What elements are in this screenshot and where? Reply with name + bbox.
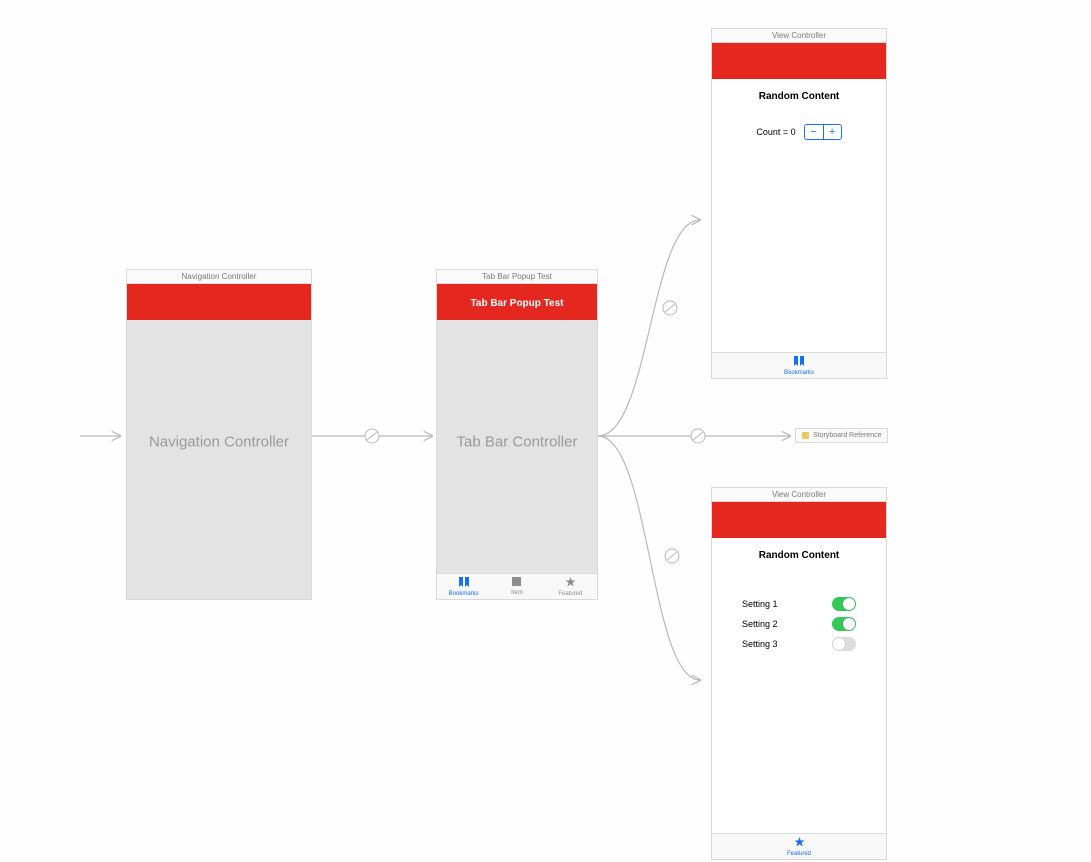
tab-label: Bookmarks xyxy=(449,591,479,597)
nav-bar xyxy=(712,43,886,79)
scene-tab-bar-controller[interactable]: Tab Bar Popup Test Tab Bar Popup Test Ta… xyxy=(436,269,598,600)
tab-item[interactable]: Item xyxy=(490,574,543,599)
scene-navigation-controller[interactable]: Navigation Controller Navigation Control… xyxy=(126,269,312,600)
stepper-row: Count = 0 − + xyxy=(712,124,886,140)
bookmarks-icon xyxy=(793,356,805,369)
stepper[interactable]: − + xyxy=(804,124,842,140)
tab-label: Item xyxy=(511,590,523,596)
scene-title: Navigation Controller xyxy=(126,269,312,283)
scene-view-controller-bottom[interactable]: View Controller Random Content Setting 1… xyxy=(711,487,887,860)
storyboard-icon xyxy=(802,432,809,439)
scene-body: Random Content Setting 1 Setting 2 Setti… xyxy=(711,501,887,860)
tab-featured[interactable]: Featured xyxy=(544,574,597,599)
settings-list: Setting 1 Setting 2 Setting 3 xyxy=(712,573,886,651)
storyboard-reference[interactable]: Storyboard Reference xyxy=(795,428,888,443)
content-heading: Random Content xyxy=(712,538,886,573)
nav-bar xyxy=(127,284,311,320)
setting-row: Setting 3 xyxy=(742,637,856,651)
setting-label: Setting 3 xyxy=(742,639,778,649)
scene-body: Navigation Controller xyxy=(126,283,312,600)
tab-label: Bookmarks xyxy=(784,370,814,376)
storyboard-reference-label: Storyboard Reference xyxy=(813,432,881,439)
scene-title: View Controller xyxy=(711,28,887,42)
stepper-plus[interactable]: + xyxy=(823,125,841,139)
square-icon xyxy=(512,577,521,589)
scene-title: View Controller xyxy=(711,487,887,501)
nav-bar xyxy=(712,502,886,538)
star-icon xyxy=(565,577,576,590)
tab-bookmarks[interactable]: Bookmarks xyxy=(437,574,490,599)
setting-switch[interactable] xyxy=(832,597,856,611)
setting-switch[interactable] xyxy=(832,637,856,651)
count-label: Count = 0 xyxy=(756,127,795,137)
tab-bookmarks[interactable]: Bookmarks xyxy=(712,353,886,378)
star-icon xyxy=(794,837,805,850)
tab-bar: Bookmarks xyxy=(712,352,886,378)
scene-body: Tab Bar Popup Test Tab Bar Controller Bo… xyxy=(436,283,598,600)
tab-bar: Featured xyxy=(712,833,886,859)
placeholder-label: Navigation Controller xyxy=(127,433,311,450)
setting-label: Setting 1 xyxy=(742,599,778,609)
scene-title: Tab Bar Popup Test xyxy=(436,269,598,283)
scene-body: Random Content Count = 0 − + Bookmarks xyxy=(711,42,887,379)
tab-label: Featured xyxy=(558,591,582,597)
stepper-minus[interactable]: − xyxy=(805,125,823,139)
bookmarks-icon xyxy=(458,577,470,590)
tab-featured[interactable]: Featured xyxy=(712,834,886,859)
nav-bar-title: Tab Bar Popup Test xyxy=(437,284,597,320)
content-heading: Random Content xyxy=(712,79,886,114)
setting-row: Setting 2 xyxy=(742,617,856,631)
tab-bar: Bookmarks Item Featured xyxy=(437,573,597,599)
setting-label: Setting 2 xyxy=(742,619,778,629)
tab-label: Featured xyxy=(787,851,811,857)
setting-row: Setting 1 xyxy=(742,597,856,611)
placeholder-label: Tab Bar Controller xyxy=(437,433,597,450)
setting-switch[interactable] xyxy=(832,617,856,631)
scene-view-controller-top[interactable]: View Controller Random Content Count = 0… xyxy=(711,28,887,379)
